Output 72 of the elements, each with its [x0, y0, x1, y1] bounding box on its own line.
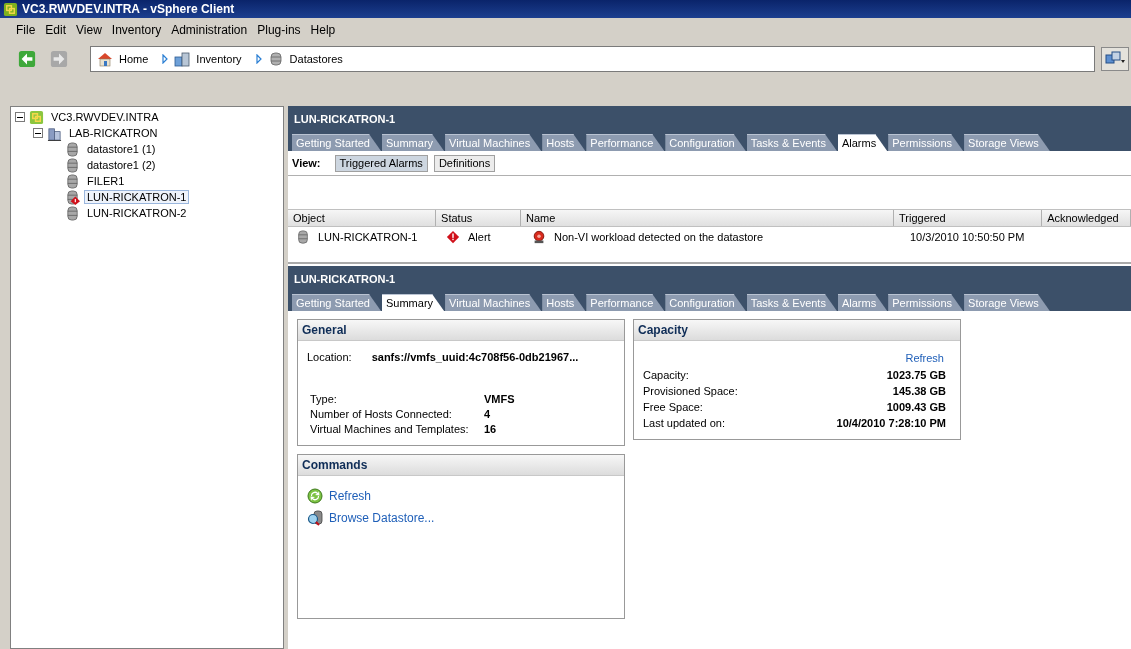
field-value: VMFS	[484, 393, 515, 405]
alert-icon	[446, 230, 460, 244]
menu-item[interactable]: View	[76, 23, 102, 37]
table-cell: Non-VI workload detected on the datastore	[554, 231, 764, 243]
field-label: Virtual Machines and Templates:	[310, 423, 470, 435]
refresh-link[interactable]: Refresh	[905, 352, 944, 364]
building-icon	[47, 125, 62, 141]
field-value: 1009.43 GB	[886, 401, 946, 413]
menu-item[interactable]: Plug-ins	[257, 23, 301, 37]
field-label: Last updated on:	[643, 417, 725, 429]
network-menu-button[interactable]	[1101, 47, 1129, 71]
field-label: Number of Hosts Connected:	[310, 408, 453, 420]
field-value: 10/4/2010 7:28:10 PM	[836, 417, 946, 429]
panel-title: Capacity	[638, 323, 689, 337]
tree-item[interactable]: VC3.RWVDEV.INTRA	[48, 110, 162, 124]
panel-title: Commands	[302, 458, 368, 472]
breadcrumb-link[interactable]: Datastores	[289, 53, 343, 65]
field-value: 16	[484, 423, 497, 435]
tree-item[interactable]: LAB-RICKATRON	[66, 126, 161, 140]
column-header[interactable]: Object	[288, 210, 437, 226]
pane-title: LUN-RICKATRON-1	[294, 272, 396, 285]
menu-item[interactable]: File	[16, 23, 36, 37]
chevron-icon	[162, 54, 169, 64]
field-label: Free Space:	[643, 401, 703, 413]
breadcrumb-link[interactable]: Home	[119, 53, 149, 65]
field-label: Provisioned Space:	[643, 385, 738, 397]
collapse-toggle[interactable]	[33, 128, 43, 138]
table-cell: LUN-RICKATRON-1	[318, 231, 418, 243]
table-cell: Alert	[468, 231, 491, 243]
menu-item[interactable]: Help	[310, 23, 336, 37]
chevron-icon	[255, 54, 262, 64]
collapse-toggle[interactable]	[15, 112, 25, 122]
column-header[interactable]: Triggered	[894, 210, 1043, 226]
pane-title: LUN-RICKATRON-1	[294, 112, 396, 125]
column-header[interactable]: Acknowledged	[1042, 210, 1131, 226]
vcenter-icon	[29, 109, 44, 125]
database-icon	[296, 230, 310, 244]
field-value: 1023.75 GB	[886, 369, 946, 381]
menu-item[interactable]: Inventory	[111, 23, 162, 37]
app-logo-icon	[3, 1, 18, 17]
menu-item[interactable]: Edit	[45, 23, 67, 37]
tab[interactable]: Summary	[382, 294, 445, 311]
field-label: Location:	[307, 351, 352, 363]
home-icon	[97, 51, 113, 67]
database-search-icon	[307, 510, 323, 526]
alarm-bell-icon	[532, 230, 546, 244]
field-value: sanfs://vmfs_uuid:4c708f56-0db21967...	[371, 351, 579, 363]
database-icon	[267, 51, 284, 67]
column-header[interactable]: Status	[436, 210, 521, 226]
field-value: 4	[484, 408, 491, 420]
window-title: VC3.RWVDEV.INTRA - vSphere Client	[22, 2, 235, 16]
breadcrumb-link[interactable]: Inventory	[196, 53, 242, 65]
tab[interactable]: Alarms	[837, 134, 888, 151]
view-toggle-button[interactable]: Triggered Alarms	[334, 154, 428, 172]
field-label: Capacity:	[643, 369, 689, 381]
command-link[interactable]: Refresh	[329, 489, 372, 503]
tree-item[interactable]: LUN-RICKATRON-1	[84, 190, 190, 204]
table-cell: 10/3/2010 10:50:50 PM	[910, 231, 1025, 243]
tree-item[interactable]: datastore1 (2)	[84, 158, 159, 172]
refresh-icon	[307, 488, 323, 504]
view-label: View:	[292, 157, 321, 169]
menu-item[interactable]: Administration	[171, 23, 248, 37]
view-toggle-button[interactable]: Definitions	[433, 154, 496, 172]
field-label: Type:	[310, 393, 338, 405]
tree-item[interactable]: datastore1 (1)	[84, 142, 159, 156]
command-link[interactable]: Browse Datastore...	[329, 511, 435, 525]
column-header[interactable]: Name	[521, 210, 895, 226]
tree-item[interactable]: FILER1	[84, 174, 128, 188]
tree-item[interactable]: LUN-RICKATRON-2	[84, 206, 190, 220]
field-value: 145.38 GB	[892, 385, 946, 397]
inventory-icon	[174, 51, 191, 67]
panel-title: General	[302, 323, 347, 337]
